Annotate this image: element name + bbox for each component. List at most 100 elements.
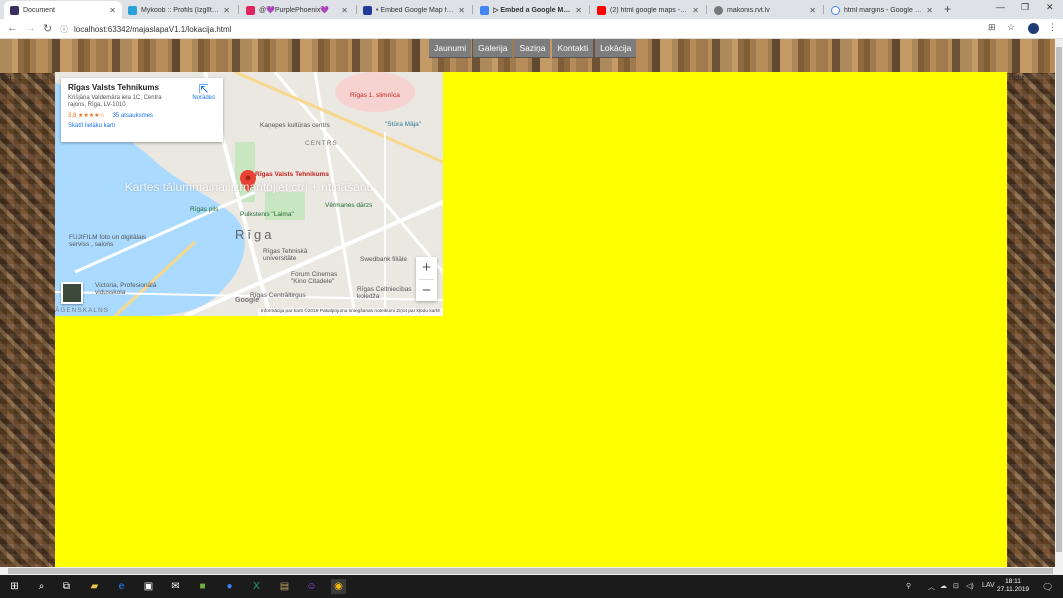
map-label-stura: "Stūra Māja" xyxy=(385,121,422,128)
edge-icon[interactable]: e xyxy=(114,579,129,594)
reviews-link[interactable]: 35 atsauksmes xyxy=(113,113,153,119)
map-label-marker: Rīgas Valsts Tehnikums xyxy=(255,171,329,178)
map-label-kultura: Kaņepes kultūras centrs xyxy=(260,122,330,129)
zoom-out-button[interactable]: − xyxy=(416,280,437,302)
new-tab-button[interactable]: + xyxy=(944,2,951,16)
back-arrow-icon[interactable]: ← xyxy=(7,22,18,34)
clock-time: 18:11 xyxy=(1005,578,1021,585)
menu-dots-icon[interactable]: ⋮ xyxy=(1048,22,1057,33)
windows-start-icon[interactable]: ⊞ xyxy=(7,579,22,594)
vertical-scroll-thumb[interactable] xyxy=(1056,47,1062,552)
tab-label: • Embed Google Map for W xyxy=(376,6,455,14)
network-icon[interactable]: ⊡ xyxy=(953,582,959,590)
mail-icon[interactable]: ✉ xyxy=(168,579,183,594)
directions-icon: ⇱ xyxy=(198,82,209,96)
close-tab-icon[interactable]: ✕ xyxy=(223,6,230,15)
close-window-button[interactable]: ✕ xyxy=(1046,2,1054,13)
right-side-label: right xyxy=(1009,73,1025,82)
nav-kontakti[interactable]: Kontakti xyxy=(552,39,594,58)
tab-divider xyxy=(823,5,824,14)
close-tab-icon[interactable]: ✕ xyxy=(458,6,465,15)
horizontal-scrollbar[interactable] xyxy=(0,567,1063,575)
map-footer[interactable]: Informācija par karti ©2019 Pakalpojumu … xyxy=(257,308,443,316)
tray-chevron-icon[interactable]: ︿ xyxy=(928,582,935,592)
tab-youtube[interactable]: (2) html google maps - You ✕ xyxy=(591,1,705,19)
tray-cloud-icon[interactable]: ☁ xyxy=(940,582,947,590)
google-map-embed[interactable]: Rīgas Valsts Tehnikums Kaņepes kultūras … xyxy=(55,72,443,316)
search-icon[interactable]: ⌕ xyxy=(34,579,49,594)
left-side-label: left xyxy=(1,73,12,82)
map-label-laima: Pulkstenis "Laima" xyxy=(240,211,294,218)
tab-makonis[interactable]: makonis.rvt.lv ✕ xyxy=(708,1,822,19)
volume-icon[interactable]: ◁) xyxy=(966,582,974,590)
reload-icon[interactable]: ↻ xyxy=(43,22,52,35)
url-field[interactable]: ⓘ localhost:63342/majaslapaV1.1/lokacija… xyxy=(60,22,980,36)
larger-map-link[interactable]: Skatīt lielāku karti xyxy=(68,123,216,129)
minecraft-icon[interactable]: ■ xyxy=(195,579,210,594)
top-nav: Jaunumi Galerija Saziņa Kontakti Lokācij… xyxy=(429,39,638,58)
mykoob-favicon-icon xyxy=(128,5,137,15)
place-info-card: Rīgas Valsts Tehnikums Krišjāņa Valdemār… xyxy=(61,78,223,142)
close-tab-icon[interactable]: ✕ xyxy=(926,6,933,15)
satellite-toggle[interactable] xyxy=(61,282,83,304)
vertical-scrollbar[interactable] xyxy=(1055,39,1063,567)
maximize-button[interactable]: ❐ xyxy=(1021,2,1029,13)
main-content: Rīgas Valsts Tehnikums Kaņepes kultūras … xyxy=(55,72,1007,567)
close-tab-icon[interactable]: ✕ xyxy=(341,6,348,15)
minimize-button[interactable]: — xyxy=(996,2,1005,12)
directions-button[interactable]: ⇱ Norādes xyxy=(192,83,215,101)
map-label-centrs: CENTRS xyxy=(305,140,338,147)
nav-galerija[interactable]: Galerija xyxy=(473,39,513,58)
site-favicon-icon xyxy=(363,5,372,15)
url-text: localhost:63342/majaslapaV1.1/lokacija.h… xyxy=(74,24,232,34)
excel-icon[interactable]: X xyxy=(249,579,264,594)
windows-taskbar: ⊞ ⌕ ⧉ ▰ e ▣ ✉ ■ ● X ▤ ☺ ◉ ⚲ ︿ ☁ ⊡ ◁) LAV… xyxy=(0,575,1063,598)
map-label-pils: Rīgas pils xyxy=(190,206,219,213)
info-icon[interactable]: ⓘ xyxy=(60,24,68,35)
map-label-forum: Forum Cinemas "Kino Citadele" xyxy=(291,271,338,285)
nav-jaunumi[interactable]: Jaunumi xyxy=(429,39,472,58)
store-icon[interactable]: ▣ xyxy=(141,579,156,594)
chrome-icon[interactable]: ◉ xyxy=(331,579,346,594)
discord-icon[interactable]: ☺ xyxy=(304,579,319,594)
nav-lokacija[interactable]: Lokācija xyxy=(595,39,637,58)
people-icon[interactable]: ⚲ xyxy=(906,582,911,590)
nav-sazina[interactable]: Saziņa xyxy=(514,39,551,58)
translate-icon[interactable]: ⊞ xyxy=(988,22,996,33)
map-label-swed: Swedbank filiāle xyxy=(360,256,407,263)
close-tab-icon[interactable]: ✕ xyxy=(692,6,699,15)
place-rating: 3,8 ★★★★☆ 35 atsauksmes xyxy=(68,112,216,119)
tab-purplephoenix[interactable]: @💜PurplePhoenix💜 ✕ xyxy=(240,1,354,19)
forward-arrow-icon[interactable]: → xyxy=(25,22,36,34)
app-icon[interactable]: ● xyxy=(222,579,237,594)
tab-mykoob[interactable]: Mykoob :: Profils (Izglītojam ✕ xyxy=(122,1,236,19)
page-viewport: left right Jaunumi Galerija Saziņa Konta… xyxy=(0,39,1055,567)
tab-embed-google-map[interactable]: • Embed Google Map for W ✕ xyxy=(357,1,471,19)
tab-label: (2) html google maps - You xyxy=(610,6,689,14)
task-view-icon[interactable]: ⧉ xyxy=(59,579,74,594)
tab-divider xyxy=(589,5,590,14)
tab-label: @💜PurplePhoenix💜 xyxy=(259,7,330,14)
clock[interactable]: 18:11 27.11.2019 xyxy=(997,578,1029,594)
tab-label: Document xyxy=(23,6,55,14)
map-label-fuji: FUJIFILM foto un digitālais serviss , sa… xyxy=(69,234,147,248)
close-tab-icon[interactable]: ✕ xyxy=(809,6,816,15)
tab-divider xyxy=(706,5,707,14)
close-tab-icon[interactable]: ✕ xyxy=(575,6,582,15)
tab-document[interactable]: Document ✕ xyxy=(4,1,122,19)
bookmark-star-icon[interactable]: ☆ xyxy=(1007,22,1015,33)
map-label-victoria: Victoria, Profesionālā vidusskola xyxy=(95,282,157,296)
language-indicator[interactable]: LAV xyxy=(982,582,995,589)
tab-divider xyxy=(238,5,239,14)
zoom-in-button[interactable]: + xyxy=(416,257,437,279)
notification-icon[interactable]: 🗨 xyxy=(1042,582,1053,593)
document-favicon-icon xyxy=(10,5,19,15)
horizontal-scroll-thumb[interactable] xyxy=(8,568,1053,574)
close-tab-icon[interactable]: ✕ xyxy=(109,6,116,15)
package-icon[interactable]: ▤ xyxy=(277,579,292,594)
tab-label: ▷ Embed a Google Map to xyxy=(493,7,572,14)
file-explorer-icon[interactable]: ▰ xyxy=(87,579,102,594)
profile-avatar[interactable] xyxy=(1028,23,1039,34)
tab-html-margins[interactable]: html margins - Google mei ✕ xyxy=(825,1,939,19)
tab-embed-a-google-map[interactable]: ▷ Embed a Google Map to ✕ xyxy=(474,1,588,19)
